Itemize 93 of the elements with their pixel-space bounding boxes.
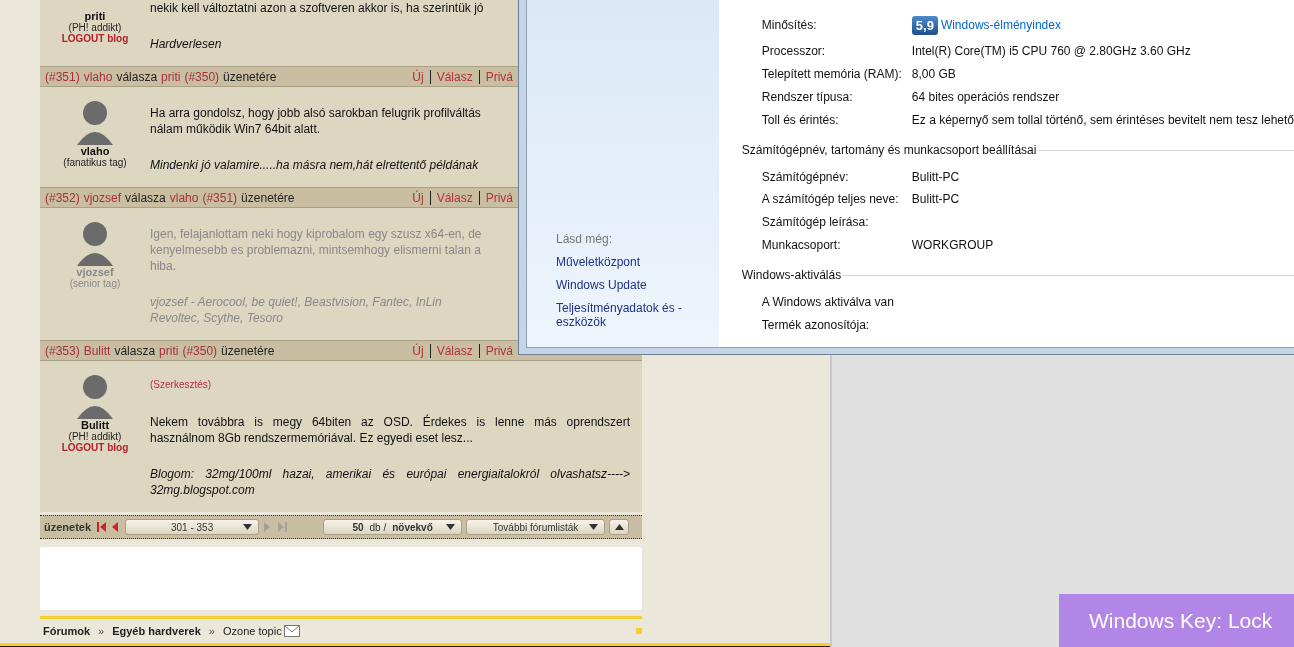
page-range-dropdown[interactable]: 301 - 353 xyxy=(125,519,260,535)
envelope-icon[interactable] xyxy=(283,625,300,637)
scroll-up-button[interactable] xyxy=(609,519,630,535)
signature-text: Mindenki jó valamire.....ha másra nem,hát elrettentő példának xyxy=(150,157,479,173)
row-value: Intel(R) Core(TM) i5 CPU 760 @ 2.80GHz 3.60 GHz xyxy=(911,44,1191,59)
post-text: Nekem továbbra is megy 64biten az OSD. Érdekes is lenne más oprendszert xyxy=(150,414,630,430)
post-text: Igen, felajanlottam neki hogy kiprobalom egy szusz x64-en, de xyxy=(150,226,482,242)
reply-target-link[interactable]: priti xyxy=(159,343,179,358)
reply-text: válasza xyxy=(125,190,166,205)
breadcrumb-separator: » xyxy=(208,625,215,637)
forum-list-dropdown[interactable]: További fórumlisták xyxy=(466,519,606,535)
reply-target-link[interactable]: vlaho xyxy=(169,190,199,205)
reply-text: válasza xyxy=(114,343,156,358)
row-label: Minősítés: xyxy=(761,18,818,32)
row-label: Számítógép leírása: xyxy=(761,215,870,230)
see-also-link[interactable]: Windows Update xyxy=(556,278,696,292)
user-rank: (senior tag) xyxy=(69,278,121,289)
signature-text: Revoltec, Scythe, Tesoro xyxy=(150,310,283,326)
author-link[interactable]: vjozsef xyxy=(83,190,122,205)
section-title: Windows-aktiválás xyxy=(741,268,842,283)
post-text: kenyelmesebb es problemazni, mintsemhogy elismerni talan a xyxy=(150,242,481,258)
signature-text: Blogom: 32mg/100ml hazai, amerikai és európai energiaitalokról olvashatsz----> xyxy=(150,466,630,482)
row-label: Rendszer típusa: xyxy=(761,90,854,104)
post-text: Ha arra gondolsz, hogy jobb alsó sarokban felugrik profilváltás xyxy=(150,105,481,121)
breadcrumb-link[interactable]: Ozone topic xyxy=(222,625,282,637)
score-badge: 5,9 xyxy=(911,15,938,35)
caret-icon xyxy=(243,524,253,530)
post-action-link[interactable]: Válasz xyxy=(429,190,479,205)
row-value: WORKGROUP xyxy=(911,237,994,252)
post-action-link[interactable]: Válasz xyxy=(429,343,479,358)
see-also-link[interactable]: Műveletközpont xyxy=(556,255,696,269)
signature-text: Hardverlesen xyxy=(150,36,222,52)
signature-text: 32mg.blogspot.com xyxy=(150,482,255,498)
post-text: használnom 8Gb rendszermemóriával. Ez egyedi eset lesz... xyxy=(150,430,473,446)
post-text: nálam működik Win7 64bit alatt. xyxy=(150,121,321,137)
blog-link[interactable]: LOGOUT blog xyxy=(61,33,129,44)
up-arrow-icon xyxy=(614,524,624,530)
row-label: Munkacsoport: xyxy=(761,237,842,252)
post-action-link[interactable]: Új xyxy=(406,69,430,84)
post-action-link[interactable]: Válasz xyxy=(429,69,479,84)
username[interactable]: vjozsef xyxy=(76,266,114,278)
reply-number-link[interactable]: (#350) xyxy=(184,69,220,84)
row-label: Toll és érintés: xyxy=(761,112,840,127)
reply-text: üzenetére xyxy=(221,343,275,358)
caret-icon xyxy=(589,524,599,530)
first-page-icon[interactable] xyxy=(97,521,108,533)
post-text: nekik kell változtatni azon a szoftveren akkor is, ha szerintük jó xyxy=(150,0,484,16)
author-link[interactable]: Bulitt xyxy=(83,343,111,358)
nav-label: üzenetek xyxy=(44,521,92,533)
breadcrumb-link[interactable]: Fórumok xyxy=(43,625,91,637)
author-link[interactable]: vlaho xyxy=(83,69,113,84)
row-value: 8,00 GB xyxy=(911,67,956,82)
user-rank: (PH! addikt) xyxy=(68,22,122,33)
row-label: A számítógép teljes neve: xyxy=(761,192,900,207)
reply-target-link[interactable]: priti xyxy=(161,69,181,84)
corner-marker xyxy=(636,628,642,634)
row-label: Telepített memória (RAM): xyxy=(761,67,903,82)
signature-text: vjozsef - Aerocool, be quiet!, Beastvision, Fantec, InLin xyxy=(150,294,442,310)
reply-text: válasza xyxy=(116,69,158,84)
post-number[interactable]: (#353) xyxy=(45,343,80,358)
reply-number-link[interactable]: (#350) xyxy=(182,343,218,358)
breadcrumb-separator: » xyxy=(98,625,105,637)
section-title: Számítógépnév, tartomány és munkacsoport beállításai xyxy=(741,143,1037,158)
row-label: Termék azonosítója: xyxy=(761,317,871,332)
breadcrumb-link[interactable]: Egyéb hardverek xyxy=(112,625,201,637)
experience-index-link[interactable]: Windows-élményindex xyxy=(940,18,1061,32)
see-also-link[interactable]: Teljesítményadatok és -eszközök xyxy=(556,301,696,329)
row-label: Számítógépnév: xyxy=(761,169,850,184)
post-number[interactable]: (#351) xyxy=(45,69,80,84)
username[interactable]: priti xyxy=(84,10,106,22)
reply-text: üzenetére xyxy=(223,69,277,84)
post-text: hiba. xyxy=(150,258,177,274)
post-action-link[interactable]: Új xyxy=(406,190,430,205)
username[interactable]: Bulitt xyxy=(80,419,110,431)
edit-link[interactable]: (Szerkesztés) xyxy=(150,379,212,390)
sort-dropdown[interactable]: 50 db / növekvő xyxy=(323,519,463,535)
user-rank: (fanatikus tag) xyxy=(63,157,127,168)
see-also-title: Lásd még: xyxy=(556,232,614,246)
reply-number-link[interactable]: (#351) xyxy=(202,190,238,205)
row-label: A Windows aktiválva van xyxy=(761,294,895,309)
post-action-link[interactable]: Új xyxy=(406,343,430,358)
row-value: 64 bites operációs rendszer xyxy=(911,90,1060,104)
reply-text: üzenetére xyxy=(241,190,295,205)
key-lock-notification: Windows Key: Lock xyxy=(1059,594,1294,647)
user-rank: (PH! addikt) xyxy=(68,431,122,442)
caret-icon xyxy=(446,524,456,530)
row-value: Bulitt-PC xyxy=(911,192,960,207)
row-value: Bulitt-PC xyxy=(911,169,960,184)
row-label: Processzor: xyxy=(761,44,827,59)
post-number[interactable]: (#352) xyxy=(45,190,80,205)
row-value: Ez a képernyő sem tollal történő, sem érintéses bevitelt nem tesz lehető xyxy=(911,112,1294,127)
blog-link[interactable]: LOGOUT blog xyxy=(61,442,129,453)
username[interactable]: vlaho xyxy=(80,145,110,157)
